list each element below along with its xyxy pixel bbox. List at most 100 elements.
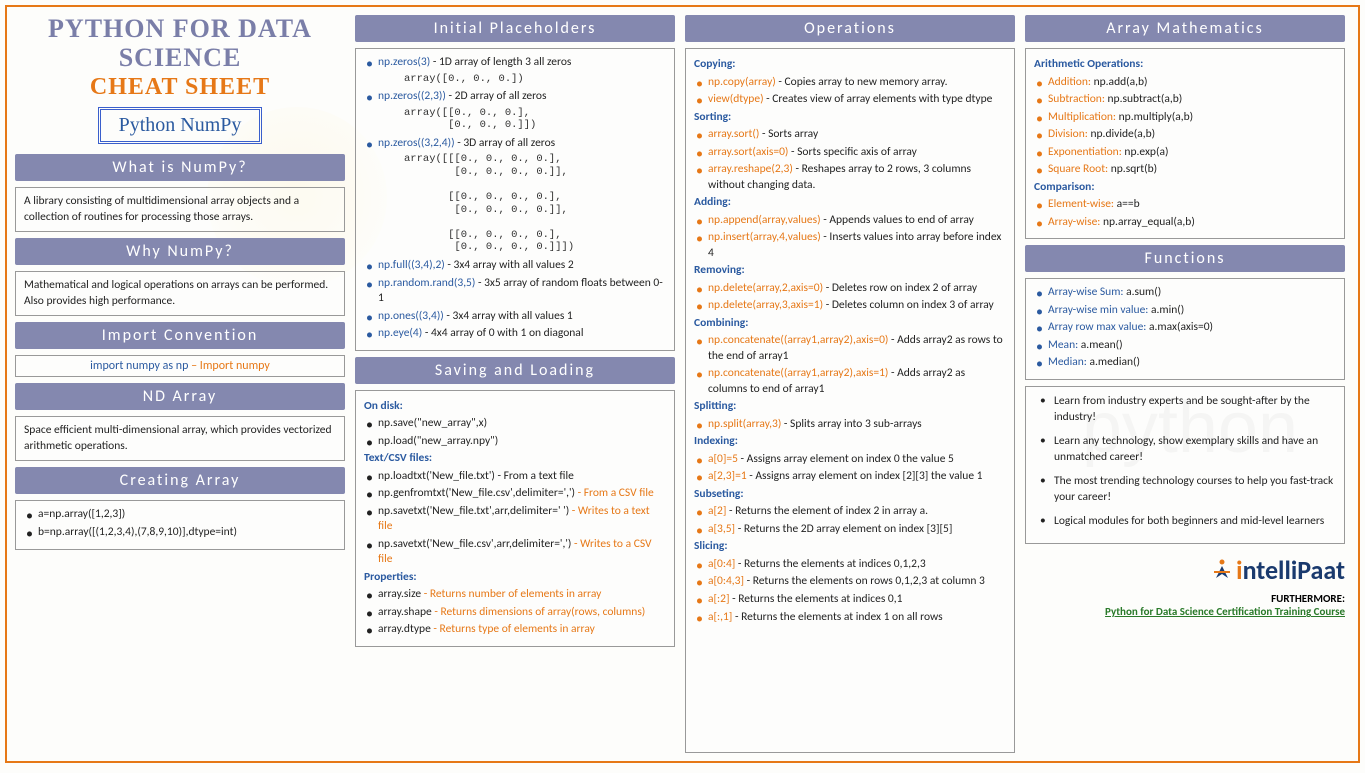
marketing-item: Logical modules for both beginners and m…	[1040, 513, 1336, 529]
indexing-heading: Indexing:	[694, 434, 1006, 450]
marketing-item: Learn any technology, show exemplary ski…	[1040, 433, 1336, 465]
arithmetic-heading: Arithmetic Operations:	[1034, 57, 1336, 73]
subtitle: Python NumPy	[119, 114, 242, 136]
placeholder-item: np.zeros(3) - 1D array of length 3 all z…	[366, 55, 666, 71]
comp-item: Element-wise: a==b	[1036, 197, 1336, 213]
placeholder-output: array([0., 0., 0.])	[404, 73, 666, 86]
op-item: array.reshape(2,3) - Reshapes array to 2…	[696, 162, 1006, 193]
placeholder-item: np.zeros((3,2,4)) - 3D array of all zero…	[366, 136, 666, 152]
op-item: np.copy(array) - Copies array to new mem…	[696, 75, 1006, 91]
cheat-sheet-page: python PYTHON FOR DATA SCIENCE CHEAT SHE…	[5, 5, 1360, 763]
splitting-heading: Splitting:	[694, 399, 1006, 415]
furthermore-label: FURTHERMORE:	[1025, 592, 1345, 605]
op-item: view(dtype) - Creates view of array elem…	[696, 92, 1006, 108]
import-convention-body: import numpy as np – Import numpy	[15, 355, 345, 377]
op-item: a[:2] - Returns the elements at indices …	[696, 592, 1006, 608]
nd-array-header: ND Array	[15, 383, 345, 410]
course-link[interactable]: Python for Data Science Certification Tr…	[1025, 605, 1345, 618]
placeholder-item: np.full((3,4),2) - 3x4 array with all va…	[366, 258, 666, 274]
title-line1: PYTHON FOR DATA	[15, 15, 345, 44]
import-code: import numpy as np	[90, 359, 188, 373]
initial-placeholders-header: Initial Placeholders	[355, 15, 675, 42]
comparison-heading: Comparison:	[1034, 180, 1336, 196]
op-item: a[:,1] - Returns the elements at index 1…	[696, 610, 1006, 626]
column-4: Array Mathematics Arithmetic Operations:…	[1025, 15, 1345, 753]
text-item: np.loadtxt('New_file.txt') - From a text…	[366, 469, 666, 485]
creating-array-header: Creating Array	[15, 467, 345, 494]
intellipaat-logo: intelliPaat	[1025, 554, 1345, 588]
logo-area: intelliPaat FURTHERMORE: Python for Data…	[1025, 554, 1345, 618]
text-item: np.genfromtxt('New_file.csv',delimiter='…	[366, 486, 666, 502]
placeholder-output: array([[[0., 0., 0., 0.], [0., 0., 0., 0…	[404, 153, 666, 254]
combining-heading: Combining:	[694, 316, 1006, 332]
import-convention-header: Import Convention	[15, 322, 345, 349]
op-item: np.split(array,3) - Splits array into 3 …	[696, 417, 1006, 433]
placeholder-item: np.random.rand(3,5) - 3x5 array of rando…	[366, 276, 666, 307]
placeholder-item: np.ones((3,4)) - 3x4 array with all valu…	[366, 309, 666, 325]
op-item: a[2] - Returns the element of index 2 in…	[696, 504, 1006, 520]
array-math-header: Array Mathematics	[1025, 15, 1345, 42]
why-numpy-body: Mathematical and logical operations on a…	[15, 271, 345, 316]
removing-heading: Removing:	[694, 263, 1006, 279]
create-item-b: b=np.array([(1,2,3,4),(7,8,9,10)],dtype=…	[26, 525, 336, 541]
column-2: Initial Placeholders np.zeros(3) - 1D ar…	[355, 15, 675, 753]
op-item: a[0:4] - Returns the elements at indices…	[696, 557, 1006, 573]
placeholder-item: np.eye(4) - 4x4 array of 0 with 1 on dia…	[366, 326, 666, 342]
copying-heading: Copying:	[694, 57, 1006, 73]
op-item: np.concatenate((array1,array2),axis=0) -…	[696, 333, 1006, 364]
op-item: a[0:4,3] - Returns the elements on rows …	[696, 574, 1006, 590]
func-item: Array row max value: a.max(axis=0)	[1036, 320, 1336, 336]
what-is-numpy-header: What is NumPy?	[15, 154, 345, 181]
logo-rest: ntelliPaat	[1243, 554, 1345, 586]
math-item: Multiplication: np.multiply(a,b)	[1036, 110, 1336, 126]
slicing-heading: Slicing:	[694, 539, 1006, 555]
subtitle-box: Python NumPy	[98, 107, 263, 144]
nd-array-body: Space efficient multi-dimensional array,…	[15, 416, 345, 461]
operations-header: Operations	[685, 15, 1015, 42]
placeholder-item: np.zeros((2,3)) - 2D array of all zeros	[366, 89, 666, 105]
prop-item: array.size - Returns number of elements …	[366, 587, 666, 603]
functions-body: Array-wise Sum: a.sum() Array-wise min v…	[1025, 278, 1345, 380]
op-item: np.insert(array,4,values) - Inserts valu…	[696, 230, 1006, 261]
math-item: Subtraction: np.subtract(a,b)	[1036, 92, 1336, 108]
on-disk-heading: On disk:	[364, 399, 666, 415]
saving-loading-body: On disk: np.save("new_array",x) np.load(…	[355, 390, 675, 647]
text-item: np.savetxt('New_file.txt',arr,delimiter=…	[366, 504, 666, 535]
op-item: np.delete(array,3,axis=1) - Deletes colu…	[696, 298, 1006, 314]
op-item: a[3,5] - Returns the 2D array element on…	[696, 522, 1006, 538]
comp-item: Array-wise: np.array_equal(a,b)	[1036, 215, 1336, 231]
properties-heading: Properties:	[364, 570, 666, 586]
op-item: np.append(array,values) - Appends values…	[696, 213, 1006, 229]
initial-placeholders-body: np.zeros(3) - 1D array of length 3 all z…	[355, 48, 675, 351]
title-block: PYTHON FOR DATA SCIENCE CHEAT SHEET Pyth…	[15, 15, 345, 144]
logo-star-icon	[1210, 558, 1234, 588]
title-line3: CHEAT SHEET	[15, 74, 345, 101]
what-is-numpy-body: A library consisting of multidimensional…	[15, 187, 345, 232]
column-3: Operations Copying: np.copy(array) - Cop…	[685, 15, 1015, 753]
adding-heading: Adding:	[694, 195, 1006, 211]
func-item: Mean: a.mean()	[1036, 338, 1336, 354]
op-item: array.sort(axis=0) - Sorts specific axis…	[696, 145, 1006, 161]
title-line2: SCIENCE	[15, 44, 345, 73]
marketing-body: Learn from industry experts and be sough…	[1025, 386, 1345, 545]
subsetting-heading: Subseting:	[694, 487, 1006, 503]
operations-body: Copying: np.copy(array) - Copies array t…	[685, 48, 1015, 753]
op-item: array.sort() - Sorts array	[696, 127, 1006, 143]
math-item: Exponentiation: np.exp(a)	[1036, 145, 1336, 161]
marketing-item: Learn from industry experts and be sough…	[1040, 393, 1336, 425]
disk-item: np.load("new_array.npy")	[366, 434, 666, 450]
text-csv-heading: Text/CSV files:	[364, 451, 666, 467]
text-item: np.savetxt('New_file.csv',arr,delimiter=…	[366, 537, 666, 568]
math-item: Square Root: np.sqrt(b)	[1036, 162, 1336, 178]
op-item: np.concatenate((array1,array2),axis=1) -…	[696, 366, 1006, 397]
math-item: Addition: np.add(a,b)	[1036, 75, 1336, 91]
func-item: Array-wise Sum: a.sum()	[1036, 285, 1336, 301]
prop-item: array.shape - Returns dimensions of arra…	[366, 605, 666, 621]
func-item: Median: a.median()	[1036, 355, 1336, 371]
op-item: np.delete(array,2,axis=0) - Deletes row …	[696, 281, 1006, 297]
op-item: a[2,3]=1 - Assigns array element on inde…	[696, 469, 1006, 485]
functions-header: Functions	[1025, 245, 1345, 272]
func-item: Array-wise min value: a.min()	[1036, 303, 1336, 319]
prop-item: array.dtype - Returns type of elements i…	[366, 622, 666, 638]
saving-loading-header: Saving and Loading	[355, 357, 675, 384]
